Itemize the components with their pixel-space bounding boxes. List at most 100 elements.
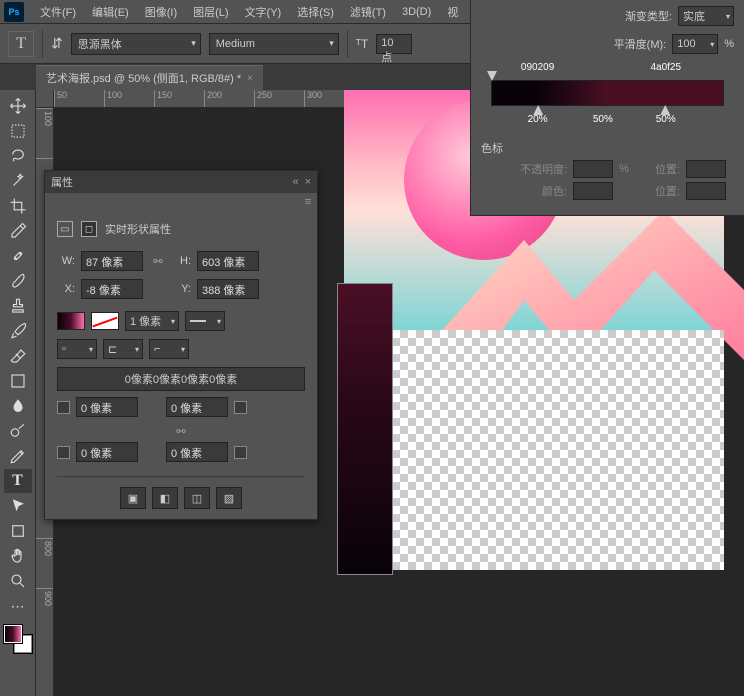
- pen-tool[interactable]: [4, 444, 32, 468]
- gradient-tool[interactable]: [4, 369, 32, 393]
- panel-menu-icon[interactable]: ≡: [305, 196, 311, 208]
- width-label: W:: [57, 255, 75, 267]
- pct-label: %: [724, 38, 734, 50]
- menu-3d[interactable]: 3D(D): [394, 6, 439, 18]
- close-icon[interactable]: ×: [305, 176, 311, 188]
- menu-filter[interactable]: 滤镜(T): [342, 4, 394, 20]
- shape-icon: ▭: [57, 221, 73, 237]
- font-weight-value: Medium: [216, 38, 255, 50]
- fill-swatch[interactable]: [57, 312, 85, 330]
- height-input[interactable]: 603 像素: [197, 251, 259, 271]
- gradient-bar[interactable]: [491, 80, 724, 106]
- corner-bl-check[interactable]: [57, 446, 70, 459]
- panel-header[interactable]: 属性 « ×: [45, 171, 317, 193]
- orientation-icon[interactable]: ⇵: [51, 35, 63, 52]
- font-family-select[interactable]: 思源黑体: [71, 33, 201, 55]
- document-tab[interactable]: 艺术海报.psd @ 50% (侧面1, RGB/8#) * ×: [36, 65, 263, 90]
- dodge-tool[interactable]: [4, 419, 32, 443]
- eyedropper-tool[interactable]: [4, 219, 32, 243]
- toolbar: T ⋯: [0, 90, 36, 696]
- heal-tool[interactable]: [4, 244, 32, 268]
- wand-tool[interactable]: [4, 169, 32, 193]
- midpoint-pct: 50%: [593, 114, 613, 125]
- opacity-input[interactable]: [573, 160, 613, 178]
- font-weight-select[interactable]: Medium: [209, 33, 339, 55]
- transparency-checker: [344, 330, 724, 570]
- corner-bl-input[interactable]: 0 像素: [76, 442, 138, 462]
- menu-file[interactable]: 文件(F): [32, 4, 84, 20]
- color-swatches[interactable]: [4, 625, 32, 653]
- selected-shape[interactable]: [338, 284, 392, 574]
- menu-image[interactable]: 图像(I): [137, 4, 185, 20]
- type-tool[interactable]: T: [4, 469, 32, 493]
- x-input[interactable]: -8 像素: [81, 279, 143, 299]
- stops-label: 色标: [481, 143, 503, 155]
- crop-tool[interactable]: [4, 194, 32, 218]
- panel-subtitle: 实时形状属性: [105, 221, 171, 237]
- mask-icon: ◻: [81, 221, 97, 237]
- smooth-label: 平滑度(M):: [614, 36, 667, 52]
- stroke-style-select[interactable]: [185, 311, 225, 331]
- y-label: Y:: [173, 283, 191, 295]
- pathop-intersect[interactable]: ◫: [184, 487, 210, 509]
- font-family-value: 思源黑体: [78, 36, 122, 52]
- menu-layer[interactable]: 图层(L): [185, 4, 236, 20]
- height-label: H:: [173, 255, 191, 267]
- pathop-exclude[interactable]: ▨: [216, 487, 242, 509]
- corner-summary: 0像素0像素0像素0像素: [57, 367, 305, 391]
- corners-select[interactable]: ⌐: [149, 339, 189, 359]
- font-size-icon: ᵀT: [356, 37, 369, 51]
- position-input-2[interactable]: [686, 182, 726, 200]
- smooth-select[interactable]: 100: [672, 34, 718, 54]
- stroke-width-select[interactable]: 1 像素: [125, 311, 179, 331]
- lasso-tool[interactable]: [4, 144, 32, 168]
- color-hex-2: 4a0f25: [650, 62, 681, 73]
- marquee-tool[interactable]: [4, 119, 32, 143]
- tool-indicator-type[interactable]: T: [8, 31, 34, 57]
- grad-type-select[interactable]: 实底: [678, 6, 734, 26]
- eraser-tool[interactable]: [4, 344, 32, 368]
- color-hex-1: 090209: [521, 62, 554, 73]
- link-corners-icon[interactable]: ⚯: [176, 426, 185, 438]
- foreground-swatch[interactable]: [4, 625, 22, 643]
- corner-br-check[interactable]: [234, 446, 247, 459]
- shape-tool[interactable]: [4, 519, 32, 543]
- path-select-tool[interactable]: [4, 494, 32, 518]
- menu-view[interactable]: 视: [439, 4, 466, 20]
- caps-select[interactable]: ⊏: [103, 339, 143, 359]
- stroke-swatch[interactable]: [91, 312, 119, 330]
- hand-tool[interactable]: [4, 544, 32, 568]
- collapse-icon[interactable]: «: [292, 176, 298, 188]
- zoom-tool[interactable]: [4, 569, 32, 593]
- link-wh-icon[interactable]: ⚯: [149, 255, 167, 268]
- pathop-combine[interactable]: ▣: [120, 487, 146, 509]
- corner-br-input[interactable]: 0 像素: [166, 442, 228, 462]
- menu-select[interactable]: 选择(S): [289, 4, 342, 20]
- width-input[interactable]: 87 像素: [81, 251, 143, 271]
- corner-tl-input[interactable]: 0 像素: [76, 397, 138, 417]
- position-label: 位置:: [655, 161, 680, 177]
- y-input[interactable]: 388 像素: [197, 279, 259, 299]
- font-size-input[interactable]: 10 点: [376, 34, 412, 54]
- corner-tr-check[interactable]: [234, 401, 247, 414]
- menu-type[interactable]: 文字(Y): [237, 4, 290, 20]
- corner-tl-check[interactable]: [57, 401, 70, 414]
- edit-toolbar[interactable]: ⋯: [4, 594, 32, 618]
- history-brush-tool[interactable]: [4, 319, 32, 343]
- opacity-label: 不透明度:: [520, 161, 567, 177]
- brush-tool[interactable]: [4, 269, 32, 293]
- corner-tr-input[interactable]: 0 像素: [166, 397, 228, 417]
- stamp-tool[interactable]: [4, 294, 32, 318]
- blur-tool[interactable]: [4, 394, 32, 418]
- opacity-stop-1[interactable]: [487, 71, 497, 81]
- move-tool[interactable]: [4, 94, 32, 118]
- ruler-corner: [36, 90, 54, 108]
- stop-pct-1: 20%: [528, 114, 548, 125]
- menu-edit[interactable]: 编辑(E): [84, 4, 137, 20]
- align-select[interactable]: ▫: [57, 339, 97, 359]
- color-input[interactable]: [573, 182, 613, 200]
- stop-pct-2: 50%: [656, 114, 676, 125]
- position-input[interactable]: [686, 160, 726, 178]
- close-icon[interactable]: ×: [247, 73, 253, 84]
- pathop-subtract[interactable]: ◧: [152, 487, 178, 509]
